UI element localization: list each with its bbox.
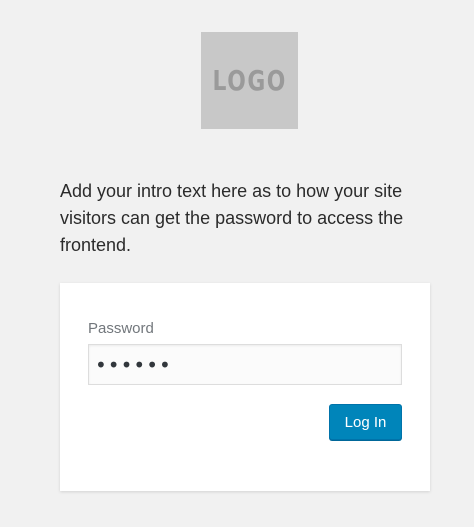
- intro-text: Add your intro text here as to how your …: [60, 181, 404, 255]
- password-label: Password: [88, 320, 154, 337]
- login-form: Password Log In: [60, 283, 430, 491]
- login-button[interactable]: Log In: [329, 404, 402, 440]
- site-logo: LOGO: [201, 32, 298, 129]
- logo-text: LOGO: [212, 64, 287, 97]
- password-input[interactable]: [88, 344, 402, 385]
